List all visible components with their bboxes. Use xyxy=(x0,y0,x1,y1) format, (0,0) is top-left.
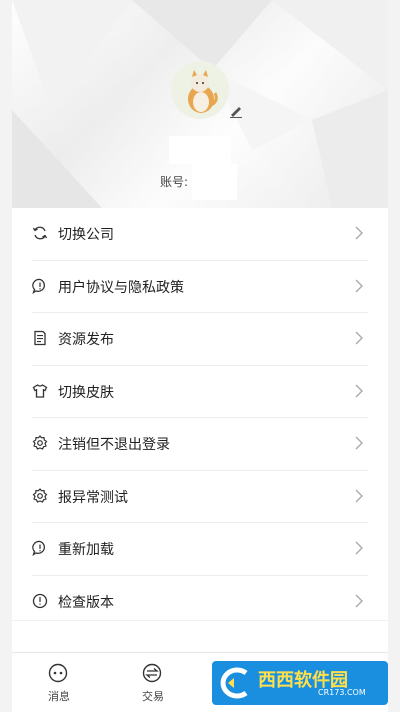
watermark-url: CR173.COM xyxy=(318,688,366,697)
edit-pencil-icon[interactable] xyxy=(229,104,243,118)
tab-messages[interactable]: 消息 xyxy=(12,653,106,712)
menu-label: 用户协议与隐私政策 xyxy=(58,279,184,296)
menu-item-user-agreement[interactable]: 用户协议与隐私政策 xyxy=(32,261,368,313)
chevron-right-icon xyxy=(355,226,363,240)
chevron-right-icon xyxy=(355,279,363,292)
document-icon xyxy=(34,330,46,346)
cat-avatar-icon xyxy=(171,61,229,119)
gear-icon xyxy=(32,435,48,450)
chevron-right-icon xyxy=(355,331,363,345)
alert-bubble-icon xyxy=(32,540,46,556)
menu-label: 报异常测试 xyxy=(58,489,128,506)
profile-page: 账号: 切换公司 用户协议与隐私政策 资源发布 切换皮肤 注销但不退出登录 报异… xyxy=(12,0,388,712)
nickname-area xyxy=(169,136,231,164)
avatar[interactable] xyxy=(171,61,229,119)
account-label: 账号: xyxy=(160,175,189,189)
menu-label: 注销但不退出登录 xyxy=(58,437,170,453)
menu-item-switch-company[interactable]: 切换公司 xyxy=(32,208,368,261)
chat-bubble-icon xyxy=(32,278,46,294)
chevron-right-icon xyxy=(355,541,363,555)
menu-item-reload[interactable]: 重新加载 xyxy=(32,523,368,576)
chevron-right-icon xyxy=(355,384,363,397)
chevron-right-icon xyxy=(355,489,363,502)
settings-menu: 切换公司 用户协议与隐私政策 资源发布 切换皮肤 注销但不退出登录 报异常测试 … xyxy=(32,208,368,628)
tab-trade[interactable]: 交易 xyxy=(106,653,200,712)
watermark-logo xyxy=(220,667,248,699)
exchange-icon xyxy=(142,663,162,683)
menu-item-error-test[interactable]: 报异常测试 xyxy=(32,471,368,523)
tshirt-icon xyxy=(32,383,48,398)
gear-icon xyxy=(32,487,48,503)
info-circle-icon xyxy=(32,593,48,608)
menu-label: 重新加载 xyxy=(58,542,114,558)
message-icon xyxy=(48,663,68,683)
menu-label: 检查版本 xyxy=(58,594,114,611)
chevron-right-icon xyxy=(355,594,363,607)
tab-label: 消息 xyxy=(48,690,70,703)
menu-label: 资源发布 xyxy=(58,332,114,348)
menu-item-logout-stay[interactable]: 注销但不退出登录 xyxy=(32,418,368,471)
refresh-icon xyxy=(32,226,48,240)
account-value xyxy=(192,164,237,200)
chevron-right-icon xyxy=(355,436,363,450)
profile-header: 账号: xyxy=(12,0,388,208)
watermark-badge: 西西软件园 CR173.COM xyxy=(212,661,388,705)
tab-label: 交易 xyxy=(142,690,164,703)
menu-item-switch-skin[interactable]: 切换皮肤 xyxy=(32,366,368,418)
section-divider xyxy=(12,620,388,653)
menu-label: 切换皮肤 xyxy=(58,384,114,401)
menu-label: 切换公司 xyxy=(58,227,114,243)
menu-item-resource-publish[interactable]: 资源发布 xyxy=(32,313,368,366)
